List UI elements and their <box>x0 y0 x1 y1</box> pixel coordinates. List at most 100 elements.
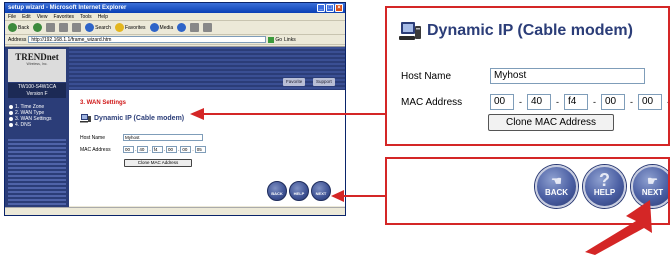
zoom-next-button[interactable]: ☛ NEXT <box>631 165 668 208</box>
zoom-back-button[interactable]: ☚ BACK <box>535 165 578 208</box>
question-icon: ? <box>599 170 610 190</box>
mac-separator: - <box>556 97 559 107</box>
refresh-icon[interactable] <box>59 23 69 32</box>
zoom-mac-octet-input[interactable]: f4 <box>564 94 588 110</box>
menu-bar: File Edit View Favorites Tools Help <box>5 13 345 21</box>
window-titlebar: setup wizard - Microsoft Internet Explor… <box>5 3 345 13</box>
minimize-button[interactable]: _ <box>317 4 325 12</box>
zoom-clone-mac-button[interactable]: Clone MAC Address <box>488 114 614 131</box>
wizard-sidebar: TRENDnet Wireless, Inc. TW100-S4W1CA Ver… <box>5 47 69 207</box>
zoom-mac-octet-input[interactable]: 00 <box>638 94 662 110</box>
logo-brand: TRENDnet <box>15 52 59 62</box>
favorite-link[interactable]: Favorite <box>283 78 306 86</box>
menu-help[interactable]: Help <box>98 13 108 20</box>
media-label: Media <box>159 24 174 31</box>
logo-tagline: Wireless, Inc. <box>26 62 48 66</box>
favorites-label: Favorites <box>124 24 146 31</box>
menu-file[interactable]: File <box>8 13 16 20</box>
browser-window: setup wizard - Microsoft Internet Explor… <box>4 2 346 216</box>
mac-separator: - <box>163 147 166 152</box>
zoom-mac-octet-input[interactable]: 00 <box>601 94 625 110</box>
bullet-icon <box>9 117 13 121</box>
mac-fields: 00- 40- f4- 00- 00- 05 <box>123 146 206 153</box>
computer-icon <box>80 114 91 123</box>
next-button[interactable]: NEXT <box>311 181 331 201</box>
stop-icon[interactable] <box>46 23 56 32</box>
zoom-mac-octet-input[interactable]: 40 <box>527 94 551 110</box>
bullet-icon <box>9 111 13 115</box>
mail-icon[interactable] <box>190 23 200 32</box>
host-name-input[interactable]: Myhost <box>123 134 203 141</box>
zoom-mac-fields: 00- 40- f4- 00- 00- 05 <box>490 94 668 110</box>
address-label: Address <box>8 36 27 43</box>
zoom-help-button[interactable]: ? HELP <box>583 165 626 208</box>
computer-icon <box>399 22 421 40</box>
favorites-toolbar-button[interactable]: Favorites <box>114 23 146 32</box>
go-button[interactable]: Go <box>268 36 282 43</box>
back-arrow-icon <box>8 23 17 32</box>
close-button[interactable]: × <box>335 4 343 12</box>
help-button[interactable]: HELP <box>289 181 309 201</box>
window-title: setup wizard - Microsoft Internet Explor… <box>8 5 127 11</box>
bullet-icon <box>9 105 13 109</box>
menu-tools[interactable]: Tools <box>80 13 92 20</box>
zoom-mode-title: Dynamic IP (Cable modem) <box>427 22 633 39</box>
forward-arrow-icon[interactable] <box>33 23 43 32</box>
zoom-mode-heading: Dynamic IP (Cable modem) <box>399 20 633 42</box>
wan-form: Host Name Myhost MAC Address 00- 40- f4-… <box>80 133 206 167</box>
zoom-nav-buttons: ☚ BACK ? HELP ☛ NEXT <box>535 165 668 208</box>
page-content: TRENDnet Wireless, Inc. TW100-S4W1CA Ver… <box>5 46 345 207</box>
zoom-host-row: Host Name Myhost <box>401 68 645 84</box>
mac-octet-input[interactable]: f4 <box>151 146 163 153</box>
home-icon[interactable] <box>72 23 82 32</box>
tutorial-figure: setup wizard - Microsoft Internet Explor… <box>0 0 670 255</box>
search-label: Search <box>95 24 111 31</box>
menu-favorites[interactable]: Favorites <box>53 13 74 20</box>
zoom-mac-octet-input[interactable]: 00 <box>490 94 514 110</box>
back-label: Back <box>18 24 30 31</box>
mac-separator: - <box>192 147 194 152</box>
mode-title: Dynamic IP (Cable modem) <box>94 114 185 122</box>
mode-heading: Dynamic IP (Cable modem) <box>80 113 184 123</box>
address-field[interactable]: http://192.168.1.1/frame_wizard.htm <box>28 36 267 43</box>
zoom-host-name-input[interactable]: Myhost <box>490 68 645 84</box>
mac-octet-input[interactable]: 05 <box>194 146 206 153</box>
support-link[interactable]: Support <box>313 78 335 86</box>
mac-octet-input[interactable]: 00 <box>166 146 178 153</box>
sidebar-decoration <box>8 139 66 205</box>
wan-settings-panel: 3. WAN Settings Dynamic IP (Cable modem)… <box>77 97 345 205</box>
status-bar <box>5 207 345 215</box>
zoom-panel-nav: ☚ BACK ? HELP ☛ NEXT <box>385 157 670 225</box>
search-toolbar-button[interactable]: Search <box>85 23 111 32</box>
hand-icon: ☛ <box>647 174 658 188</box>
history-icon[interactable] <box>177 23 187 32</box>
model-version: Version F <box>26 91 48 97</box>
clone-mac-button[interactable]: Clone MAC Address <box>124 159 192 167</box>
wizard-steps: 1. Time Zone 2. WAN Type 3. WAN Settings… <box>9 104 52 128</box>
zoom-back-label: BACK <box>544 188 569 197</box>
menu-edit[interactable]: Edit <box>22 13 31 20</box>
zoom-host-label: Host Name <box>401 70 452 82</box>
back-toolbar-button[interactable]: Back <box>8 23 29 32</box>
mac-separator: - <box>630 97 633 107</box>
mac-separator: - <box>135 147 137 152</box>
menu-view[interactable]: View <box>37 13 48 20</box>
print-icon[interactable] <box>203 23 213 32</box>
zoom-mac-label: MAC Address <box>401 96 463 108</box>
zoom-mac-row: MAC Address 00- 40- f4- 00- 00- 05 <box>401 94 668 110</box>
search-icon <box>85 23 95 32</box>
maximize-button[interactable]: □ <box>326 4 334 12</box>
links-label[interactable]: Links <box>284 37 296 43</box>
mac-octet-input[interactable]: 40 <box>137 146 149 153</box>
host-row: Host Name Myhost <box>80 133 206 142</box>
back-button[interactable]: BACK <box>267 181 287 201</box>
mac-octet-input[interactable]: 00 <box>180 146 192 153</box>
hand-icon: ☚ <box>551 174 562 188</box>
mac-octet-input[interactable]: 00 <box>123 146 134 153</box>
media-icon <box>149 23 159 32</box>
mac-separator: - <box>178 147 180 152</box>
zoom-next-label: NEXT <box>641 188 664 197</box>
host-label: Host Name <box>80 134 106 141</box>
step-item[interactable]: 4. DNS <box>9 122 52 128</box>
media-toolbar-button[interactable]: Media <box>149 23 174 32</box>
